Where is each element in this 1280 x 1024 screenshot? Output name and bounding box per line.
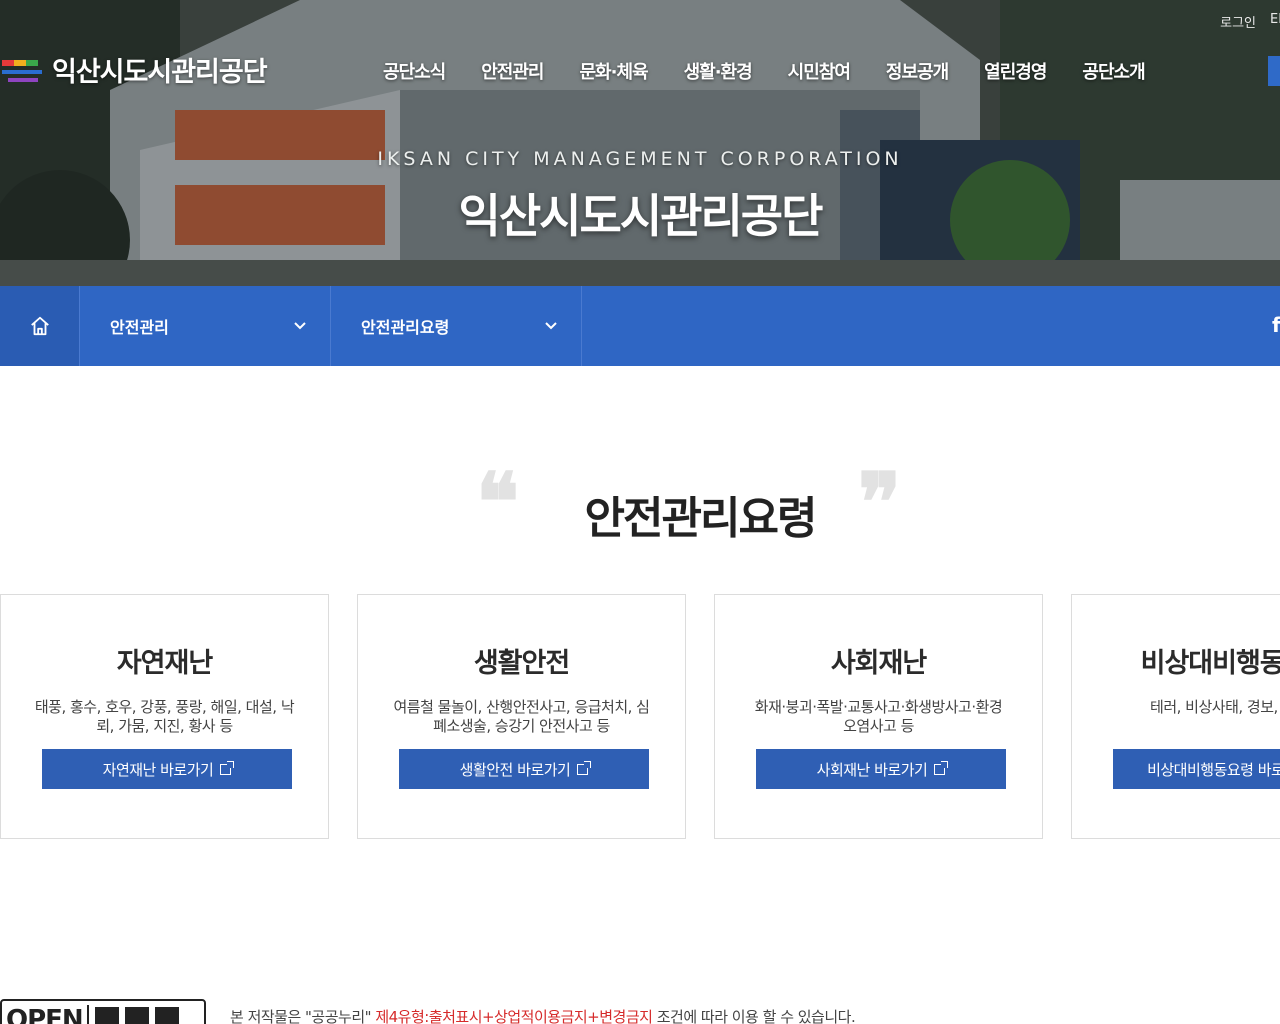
nav-item-safety[interactable]: 안전관리 [463, 58, 561, 84]
card-natural-disaster: 자연재난 태풍, 홍수, 호우, 강풍, 풍랑, 해일, 대설, 낙뢰, 가뭄,… [0, 594, 329, 839]
chevron-down-icon [294, 322, 306, 330]
hero-title: 익산시도시관리공단 [458, 189, 824, 243]
nav-item-culture[interactable]: 문화·체육 [562, 58, 666, 84]
card-title: 사회재난 [830, 648, 927, 679]
card-description: 테러, 비상사태, 경보, 화생방 [1150, 698, 1280, 716]
license-text-before: 본 저작물은 "공공누리" [230, 1008, 376, 1024]
license-type: 제4유형:출처표시+상업적이용금지+변경금지 [375, 1008, 653, 1024]
nav-item-news[interactable]: 공단소식 [365, 58, 463, 84]
page-title: 안전관리요령 [584, 493, 818, 544]
site-logo[interactable]: 익산시도시관리공단 [0, 50, 268, 89]
depth2-dropdown[interactable]: 안전관리요령 [331, 286, 582, 366]
button-label: 비상대비행동요령 바로가기 [1147, 760, 1280, 779]
card-description: 태풍, 홍수, 호우, 강풍, 풍랑, 해일, 대설, 낙뢰, 가뭄, 지진, … [34, 698, 295, 735]
attribution-icon [94, 1007, 119, 1024]
nav-item-about[interactable]: 공단소개 [1064, 58, 1162, 84]
social-disaster-link-button[interactable]: 사회재난 바로가기 [756, 749, 1006, 789]
card-social-disaster: 사회재난 화재·붕괴·폭발·교통사고·화생방사고·환경오염사고 등 사회재난 바… [714, 594, 1043, 839]
license-icons [89, 1001, 185, 1024]
button-label: 사회재난 바로가기 [816, 760, 928, 779]
external-link-icon [934, 760, 949, 775]
button-label: 자연재난 바로가기 [102, 760, 214, 779]
main-navigation: 공단소식 안전관리 문화·체육 생활·환경 시민참여 정보공개 열린경영 공단소… [365, 58, 1163, 84]
open-label: OPEN [2, 1005, 89, 1024]
external-link-icon [220, 760, 235, 775]
card-emergency: 비상대비행동요령 테러, 비상사태, 경보, 화생방 비상대비행동요령 바로가기 [1071, 594, 1280, 839]
emergency-link-button[interactable]: 비상대비행동요령 바로가기 [1113, 749, 1280, 789]
card-life-safety: 생활안전 여름철 물놀이, 산행안전사고, 응급처치, 심폐소생술, 승강기 안… [357, 594, 686, 839]
card-title: 생활안전 [473, 648, 570, 679]
card-description: 여름철 물놀이, 산행안전사고, 응급처치, 심폐소생술, 승강기 안전사고 등 [393, 698, 650, 735]
hero-banner: 로그인 ENG 익산시도시관리공단 공단소식 안전관리 문화·체육 생활·환경 … [0, 0, 1280, 286]
language-link[interactable]: ENG [1270, 12, 1280, 31]
facebook-icon[interactable]: f [1272, 313, 1280, 337]
login-link[interactable]: 로그인 [1220, 12, 1256, 31]
button-label: 생활안전 바로가기 [459, 760, 571, 779]
natural-disaster-link-button[interactable]: 자연재난 바로가기 [42, 749, 292, 789]
hero-subtitle: IKSAN CITY MANAGEMENT CORPORATION [377, 148, 903, 170]
card-description: 화재·붕괴·폭발·교통사고·화생방사고·환경오염사고 등 [754, 698, 1003, 735]
home-icon [30, 316, 49, 336]
nav-item-life[interactable]: 생활·환경 [666, 58, 770, 84]
page-title-area: ❝ ❞ 안전관리요령 [0, 462, 1280, 544]
card-title: 비상대비행동요령 [1140, 648, 1280, 679]
license-text: 본 저작물은 "공공누리" 제4유형:출처표시+상업적이용금지+변경금지 조건에… [230, 1006, 856, 1024]
location-bar: 안전관리 안전관리요령 f [0, 286, 1280, 366]
depth1-label: 안전관리 [110, 318, 169, 337]
life-safety-link-button[interactable]: 생활안전 바로가기 [399, 749, 649, 789]
card-title: 자연재난 [116, 648, 213, 679]
nav-item-info[interactable]: 정보공개 [868, 58, 966, 84]
depth2-label: 안전관리요령 [361, 318, 450, 337]
kogl-license-badge[interactable]: OPEN [0, 999, 206, 1024]
card-clip: 비상대비행동요령 테러, 비상사태, 경보, 화생방 비상대비행동요령 바로가기 [1071, 594, 1280, 839]
external-link-icon [577, 760, 592, 775]
no-commercial-icon [124, 1007, 149, 1024]
no-derivative-icon [154, 1007, 179, 1024]
depth1-dropdown[interactable]: 안전관리 [80, 286, 331, 366]
logo-text: 익산시도시관리공단 [52, 57, 268, 88]
utility-links: 로그인 ENG [1220, 12, 1280, 31]
nav-item-citizen[interactable]: 시민참여 [770, 58, 868, 84]
logo-icon [2, 59, 42, 82]
home-button[interactable] [0, 286, 80, 366]
chevron-down-icon [545, 322, 557, 330]
sitemap-button[interactable] [1268, 56, 1280, 86]
license-text-after: 조건에 따라 이용 할 수 있습니다. [652, 1008, 856, 1024]
nav-item-management[interactable]: 열린경영 [966, 58, 1064, 84]
